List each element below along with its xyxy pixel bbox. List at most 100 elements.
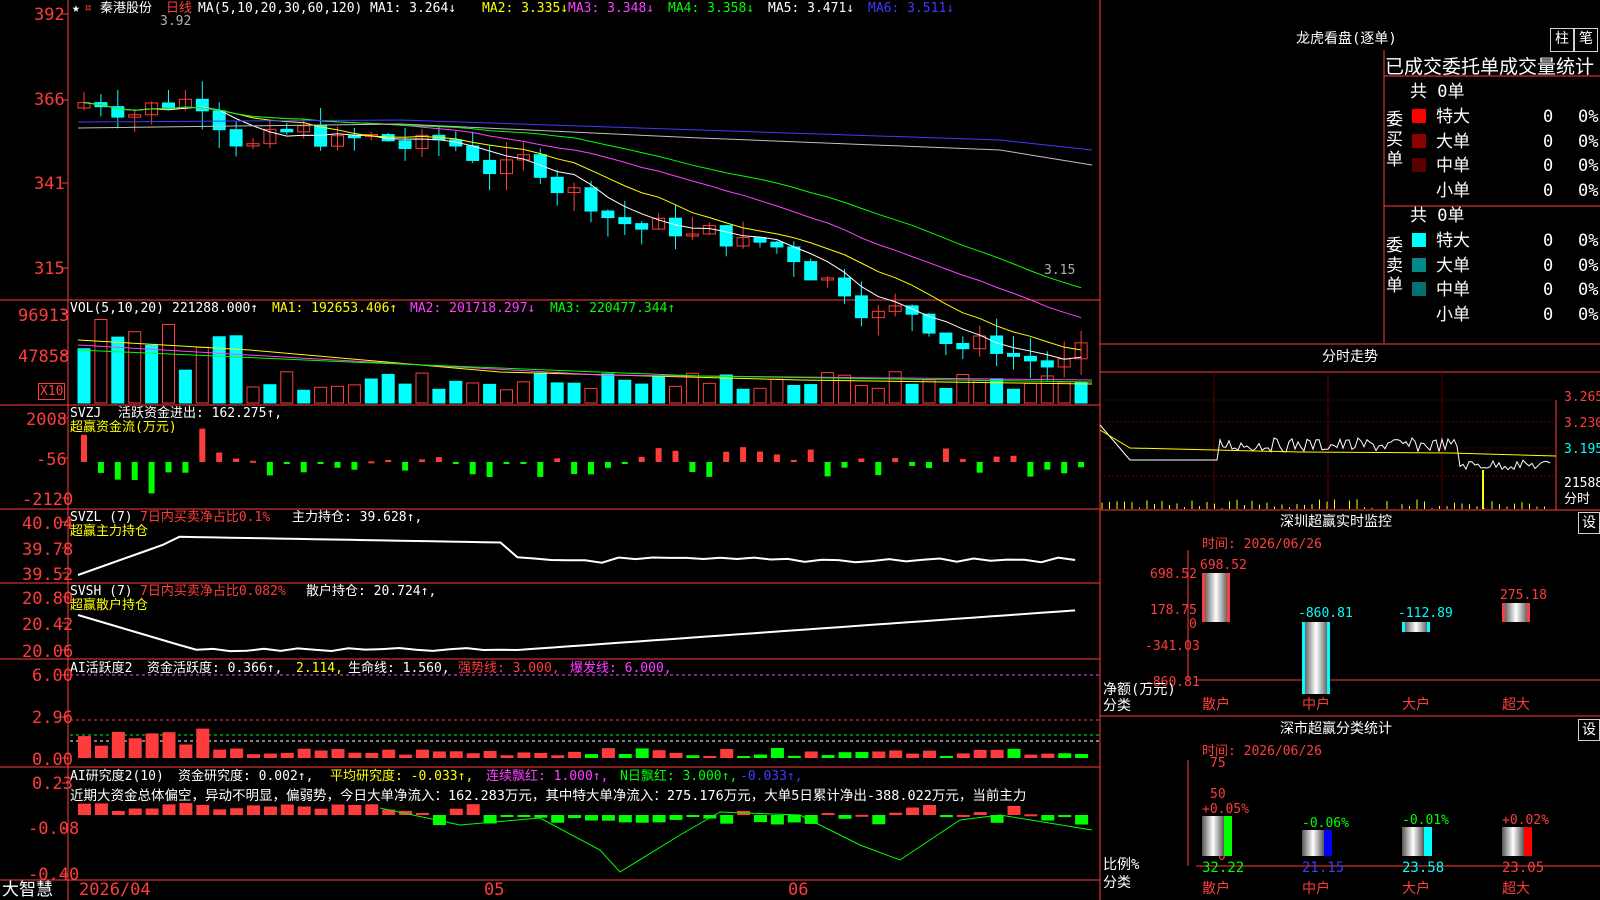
sz-monitor-bar — [1302, 622, 1330, 695]
candle-body — [1007, 352, 1020, 357]
chart-canvas[interactable] — [0, 0, 1600, 900]
sell-row-name: 特大 — [1436, 231, 1470, 251]
research-bar — [263, 806, 277, 815]
activity-bar — [534, 752, 548, 758]
research-bar — [889, 812, 903, 815]
sz-monitor-settings-button[interactable]: 设 — [1578, 512, 1600, 534]
volume-bar — [415, 372, 429, 404]
buy-row-name: 小单 — [1436, 180, 1470, 201]
activity-bar — [923, 750, 936, 758]
tick-mode-button[interactable]: 笔 — [1574, 28, 1598, 52]
ai2-d: N日飘红: 3.000↑, — [620, 769, 738, 784]
cls-y-tick-2: 50 — [1210, 787, 1226, 802]
buy-total: 共 0单 — [1410, 82, 1465, 102]
volume-bar — [567, 382, 581, 404]
flow-bar — [959, 459, 966, 462]
ai1-c: 生命线: 1.560, — [348, 661, 450, 676]
volume-bar — [229, 335, 243, 404]
sz-y-tick-3: 0 — [1189, 617, 1197, 632]
candle-body — [770, 241, 784, 248]
volume-bar — [297, 389, 311, 404]
volume-bar — [347, 384, 361, 404]
activity-bar — [145, 733, 159, 758]
candle-body — [280, 128, 294, 133]
activity-bar — [601, 748, 615, 758]
sell-row-count: 0 — [1543, 255, 1554, 276]
research-bar — [466, 804, 480, 815]
flow-bar — [1044, 462, 1051, 470]
flow-bar — [469, 462, 476, 475]
volume-bar — [212, 336, 226, 404]
flow-bar — [1078, 462, 1085, 468]
buy-row-swatch — [1412, 133, 1426, 148]
flow-bar — [1027, 462, 1034, 477]
volume-bar — [263, 384, 277, 404]
volume-bar — [939, 388, 953, 404]
bar-mode-button[interactable]: 柱 — [1550, 28, 1574, 52]
flow-bar — [554, 458, 561, 462]
candle-body — [162, 102, 175, 108]
volume-bar — [905, 383, 919, 404]
volume-bar — [854, 384, 868, 404]
research-bar — [365, 804, 379, 815]
x-label-may: 05 — [484, 880, 505, 900]
volume-bar — [364, 378, 378, 404]
sz-monitor-bar — [1202, 573, 1230, 622]
volume-bar — [432, 388, 446, 404]
svzj-label: SVZJ — [70, 406, 102, 421]
flow-bar — [706, 462, 713, 477]
research-bar — [872, 815, 886, 825]
sz-monitor-value-label: 698.52 — [1200, 558, 1247, 573]
sz-monitor-bar — [1502, 602, 1530, 622]
stock-name: 秦港股份 — [100, 1, 153, 16]
sell-row-count: 0 — [1543, 231, 1554, 251]
activity-bar — [432, 751, 446, 758]
sell-row-pct: 0% — [1578, 304, 1599, 325]
flow-bar — [1010, 455, 1017, 462]
volume-bar — [1007, 388, 1020, 404]
volume-bar — [449, 380, 463, 404]
activity-bar — [686, 755, 700, 758]
ai2-y-tick-2: -0.08 — [28, 819, 80, 839]
activity-bar — [703, 755, 717, 758]
flow-bar — [334, 462, 341, 468]
activity-bar — [855, 752, 869, 758]
research-bar — [855, 814, 869, 817]
candle-body — [618, 217, 632, 225]
activity-bar — [196, 728, 210, 758]
activity-bar — [906, 753, 920, 758]
volume-bar — [871, 387, 885, 404]
sell-row-count: 0 — [1543, 304, 1554, 325]
sz-y-tick-1: 698.52 — [1150, 567, 1197, 582]
research-bar — [247, 805, 260, 815]
buy-row-name: 中单 — [1436, 156, 1470, 176]
volume-bar — [702, 382, 716, 404]
activity-bar — [635, 748, 649, 758]
ma-params: MA(5,10,20,30,60,120) — [198, 1, 363, 16]
research-bar — [956, 814, 970, 817]
sz-class-settings-button[interactable]: 设 — [1578, 719, 1600, 741]
sz-class-value: 21.15 — [1302, 860, 1345, 876]
sz-class-change: +0.05% — [1202, 802, 1249, 818]
ai1-a: 资金活跃度: 0.366↑, — [147, 661, 283, 676]
buy-row-name: 大单 — [1436, 131, 1470, 152]
research-bar — [973, 812, 987, 815]
sz-monitor-category: 大户 — [1402, 697, 1430, 713]
flow-bar — [892, 458, 899, 462]
activity-bar — [213, 749, 227, 758]
star-icon[interactable]: ★ — [72, 1, 80, 16]
activity-bar — [889, 750, 903, 758]
sell-row-count: 0 — [1543, 280, 1554, 300]
sell-row-swatch — [1412, 233, 1426, 247]
sz-class-value: 23.58 — [1402, 860, 1445, 876]
research-bar — [770, 815, 784, 825]
activity-bar — [179, 744, 193, 758]
vol-y-tick-1: 96913 — [18, 306, 70, 326]
ma6-value: MA6: 3.511↓ — [868, 1, 955, 16]
candle-body — [550, 176, 564, 194]
buy-row-count: 0 — [1543, 180, 1554, 201]
activity-bar — [331, 749, 345, 758]
activity-bar — [804, 751, 818, 758]
svzj-y-tick-1: 2008 — [26, 410, 67, 430]
activity-bar — [247, 754, 260, 758]
